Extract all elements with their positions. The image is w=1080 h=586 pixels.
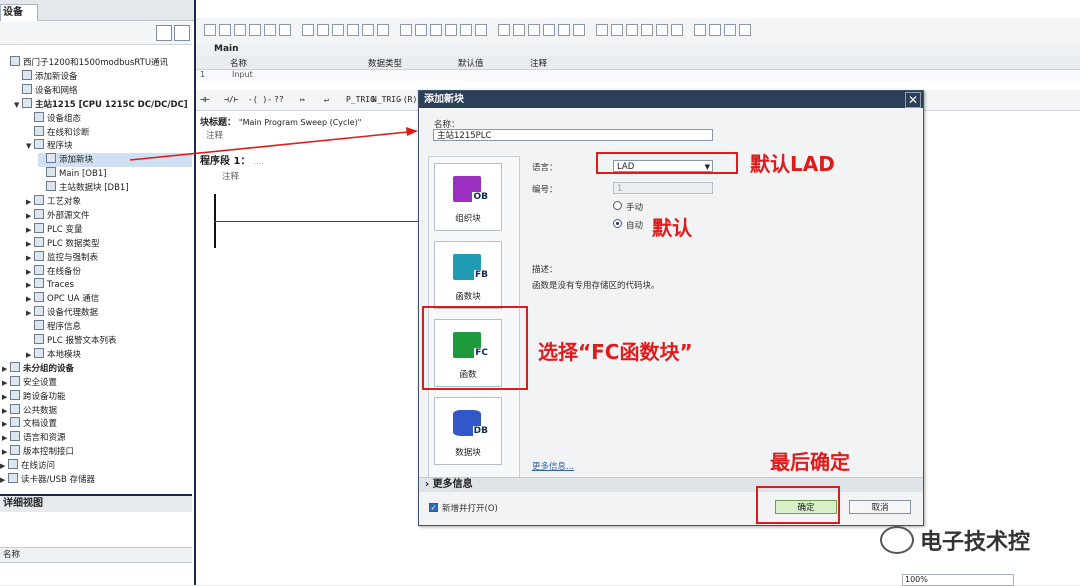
number-input[interactable]: 1: [613, 182, 713, 194]
block-type-db[interactable]: DB 数据块: [434, 397, 502, 465]
ok-highlight-box: [756, 486, 840, 524]
description-label: 描述：: [532, 265, 558, 275]
annotation-default: 默认: [652, 216, 692, 240]
fb-label: 函数块: [455, 292, 481, 302]
db-label: 数据块: [455, 448, 481, 458]
more-info-link[interactable]: 更多信息...: [532, 460, 574, 472]
chevron-right-icon: ›: [425, 479, 430, 490]
language-label: 语言：: [532, 163, 558, 173]
auto-radio[interactable]: [613, 219, 622, 228]
manual-label: 手动: [626, 203, 644, 213]
annotation-default-lad: 默认LAD: [750, 152, 835, 176]
wechat-icon: [880, 526, 914, 554]
add-and-open-checkbox[interactable]: ✓: [429, 503, 438, 512]
number-label: 编号：: [532, 185, 558, 195]
watermark-text: 电子技术控: [920, 530, 1031, 555]
annotation-confirm: 最后确定: [770, 450, 850, 474]
auto-label: 自动: [626, 221, 644, 231]
watermark: 电子技术控: [880, 524, 1030, 556]
ob-label: 组织块: [455, 214, 481, 224]
add-and-open-label: 新增并打开(O): [442, 504, 498, 514]
more-info-section-label: 更多信息: [432, 479, 473, 490]
block-type-ob[interactable]: OB 组织块: [434, 163, 502, 231]
ob-tag: OB: [472, 192, 489, 202]
fb-tag: FB: [473, 270, 489, 280]
more-info-section[interactable]: › 更多信息: [419, 477, 923, 492]
dialog-title: 添加新块: [419, 91, 923, 108]
description-text: 函数是没有专用存储区的代码块。: [532, 281, 660, 291]
cancel-button[interactable]: 取消: [849, 500, 911, 514]
block-type-fb[interactable]: FB 函数块: [434, 241, 502, 309]
db-tag: DB: [472, 426, 489, 436]
block-name-input[interactable]: 主站1215PLC: [433, 129, 713, 141]
manual-radio[interactable]: [613, 201, 622, 210]
annotation-choose-fc: 选择“FC函数块”: [538, 340, 693, 364]
close-icon[interactable]: ✕: [905, 92, 921, 108]
language-highlight-box: [596, 152, 738, 174]
fc-highlight-box: [422, 306, 528, 390]
